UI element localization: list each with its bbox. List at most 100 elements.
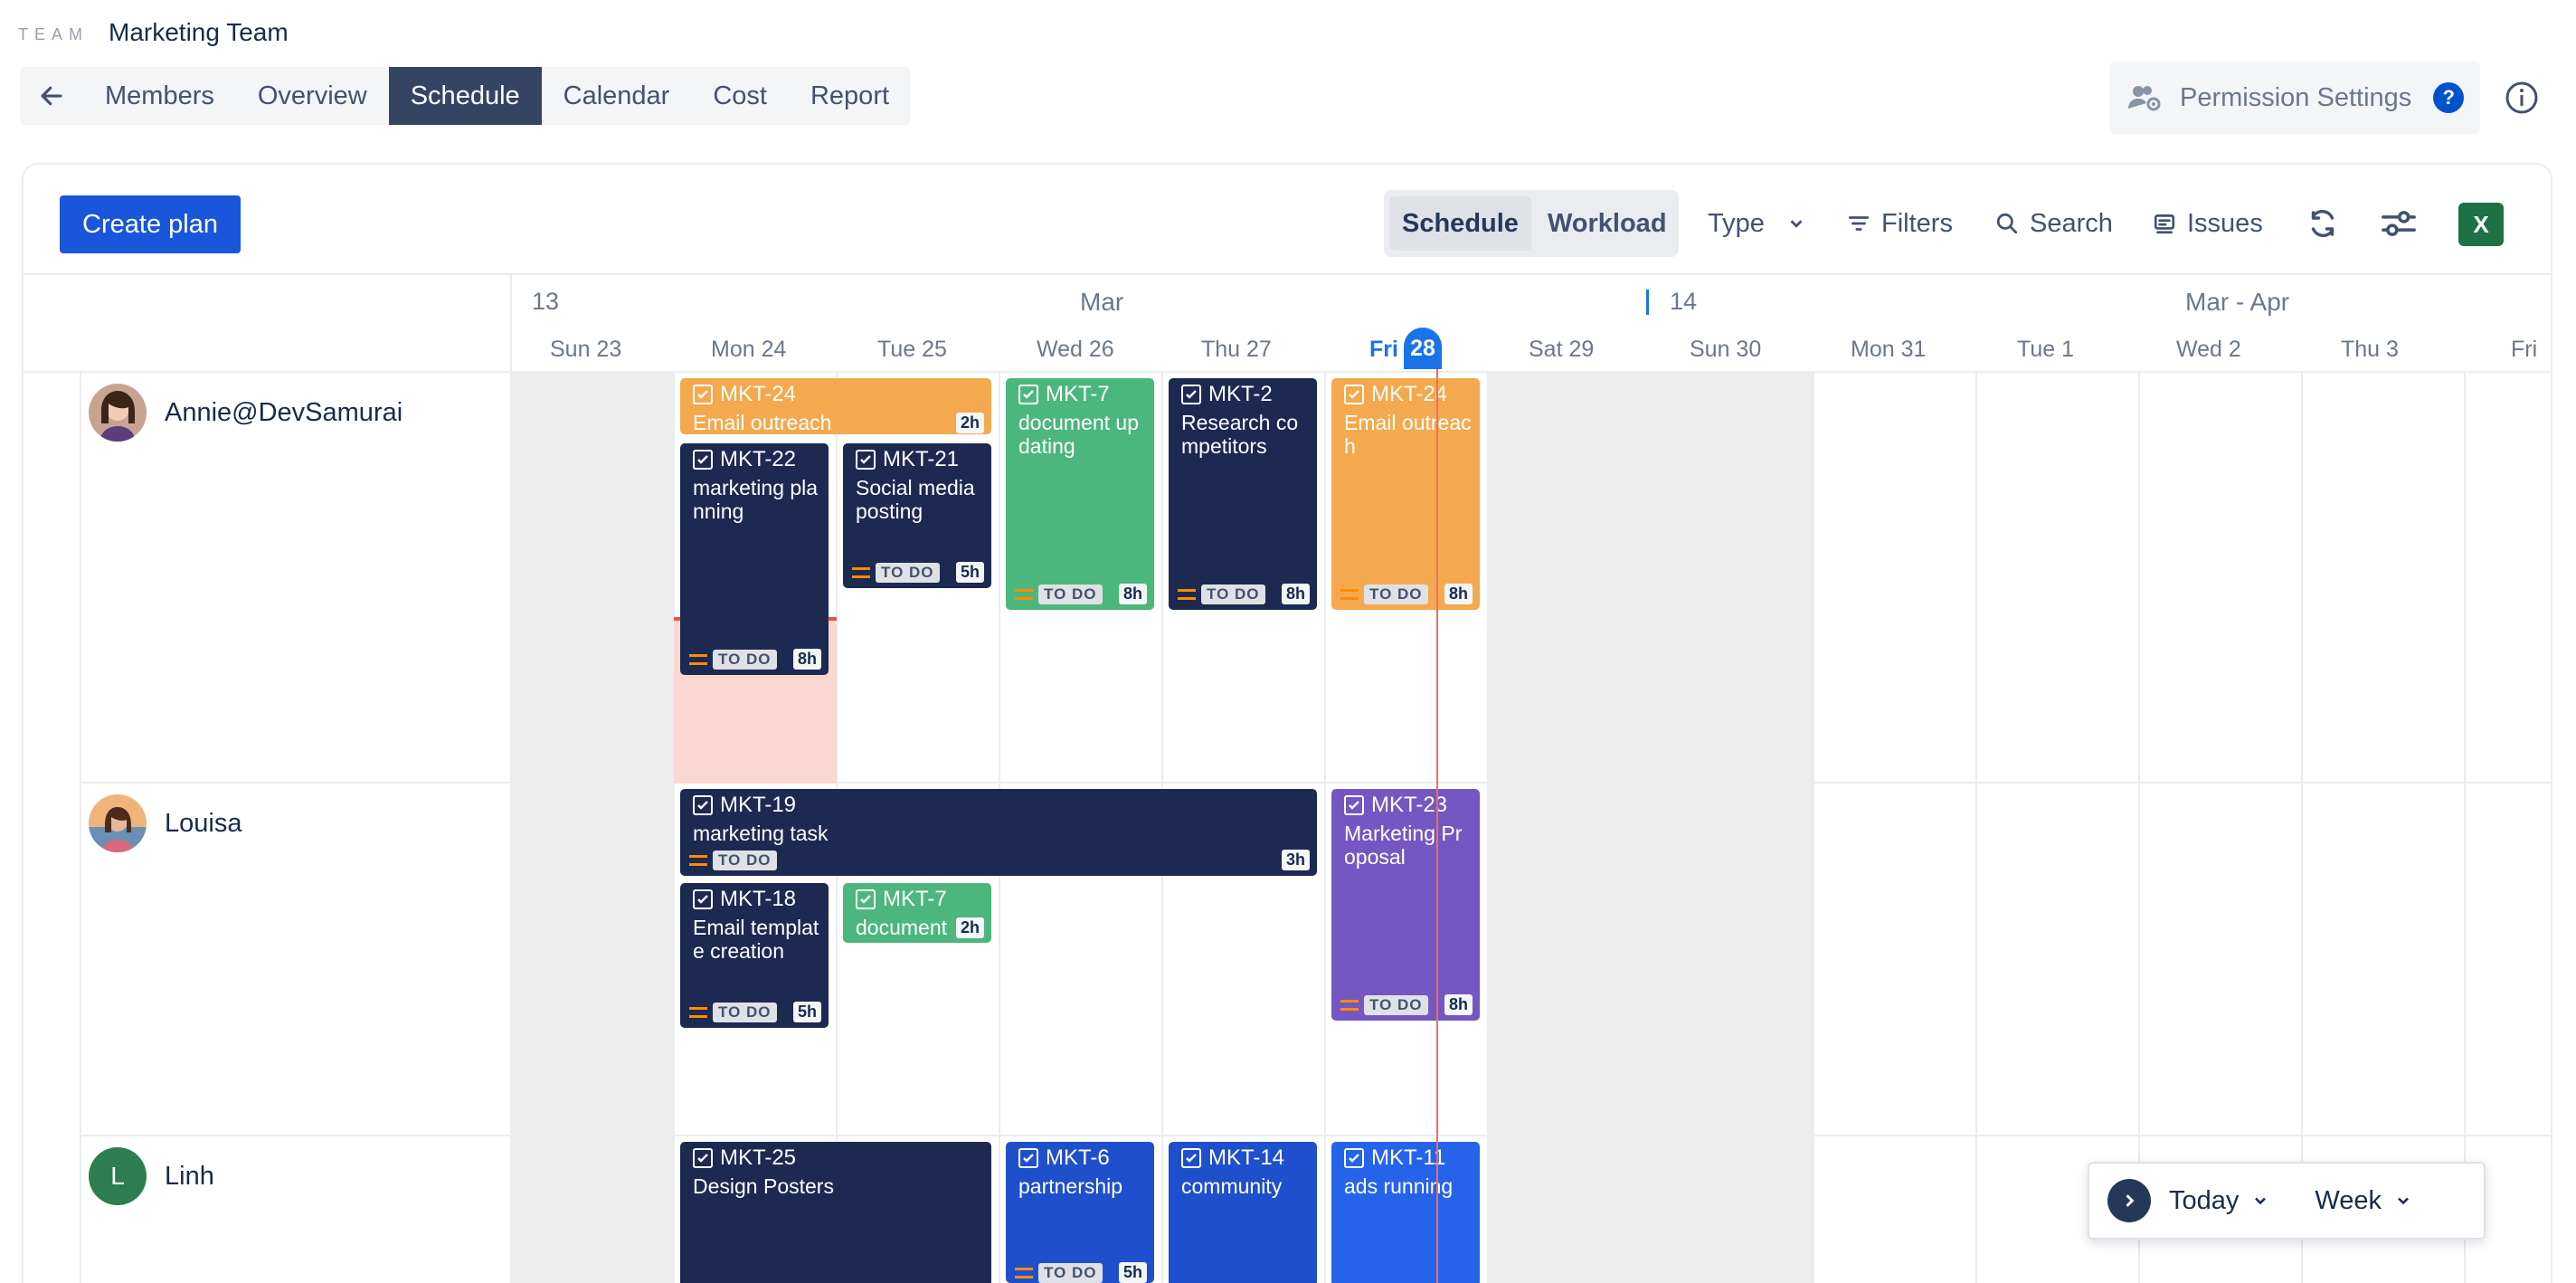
day-line xyxy=(2138,373,2140,1283)
status-badge: TO DO xyxy=(713,649,777,670)
tab-overview[interactable]: Overview xyxy=(236,67,389,125)
task-bar[interactable]: MKT-6 partnership TO DO 5h xyxy=(1006,1142,1154,1283)
priority-medium-icon xyxy=(1178,588,1196,600)
checkbox-icon xyxy=(693,1148,713,1168)
task-hours: 2h xyxy=(955,412,984,433)
issues-button[interactable]: Issues xyxy=(2153,201,2263,246)
user-name: Annie@DevSamurai xyxy=(165,397,403,427)
task-hours: 8h xyxy=(1281,584,1310,604)
priority-medium-icon xyxy=(1015,588,1033,600)
avatar: L xyxy=(89,1147,147,1205)
toolbar-divider xyxy=(24,273,2551,275)
task-key: MKT-24 xyxy=(720,382,797,406)
day-line xyxy=(2301,373,2303,1283)
task-hours: 8h xyxy=(1444,584,1473,604)
range-label: Week xyxy=(2315,1185,2382,1215)
help-icon[interactable]: ? xyxy=(2433,82,2465,113)
view-toggle: Schedule Workload xyxy=(1384,190,1679,257)
user-gutter-line xyxy=(80,371,81,1283)
row-divider-2 xyxy=(80,1135,2551,1136)
task-title: Marketing Proposal xyxy=(1344,822,1463,869)
status-badge: TO DO xyxy=(876,562,940,583)
checkbox-icon xyxy=(693,450,713,470)
task-bar[interactable]: MKT-18 Email template creation TO DO 5h xyxy=(680,883,829,1028)
task-hours: 8h xyxy=(1444,994,1473,1015)
range-dropdown[interactable]: Week xyxy=(2315,1186,2412,1216)
checkbox-icon xyxy=(1344,385,1364,404)
user-row-linh: L Linh xyxy=(89,1147,214,1205)
settings-sliders-button[interactable] xyxy=(2381,201,2417,246)
day-header: Tue 25 xyxy=(877,337,947,362)
priority-medium-icon xyxy=(1340,588,1359,600)
search-button[interactable]: Search xyxy=(1995,201,2113,246)
create-plan-button[interactable]: Create plan xyxy=(60,195,241,253)
task-bar[interactable]: MKT-21 Social media posting TO DO 5h xyxy=(843,443,991,588)
checkbox-icon xyxy=(693,889,713,909)
filter-icon xyxy=(1848,216,1870,231)
task-bar[interactable]: MKT-11 ads running xyxy=(1331,1142,1480,1283)
task-bar[interactable]: MKT-14 community xyxy=(1169,1142,1317,1283)
task-key: MKT-11 xyxy=(1371,1145,1446,1170)
task-bar[interactable]: MKT-19 marketing task TO DO 3h xyxy=(680,789,1317,876)
filters-button[interactable]: Filters xyxy=(1847,201,1953,246)
day-header: Fri xyxy=(2511,337,2538,362)
task-key: MKT-19 xyxy=(720,793,797,817)
avatar xyxy=(89,384,147,442)
task-bar[interactable]: MKT-24 Email outreach TO DO 8h xyxy=(1331,378,1480,610)
task-key: MKT-6 xyxy=(1046,1145,1110,1170)
date-navigation-control: Today Week xyxy=(2088,1162,2486,1240)
team-tabs: Members Overview Schedule Calendar Cost … xyxy=(20,67,912,125)
day-header: Thu 27 xyxy=(1201,337,1272,362)
priority-medium-icon xyxy=(1340,999,1359,1011)
view-workload-button[interactable]: Workload xyxy=(1535,196,1680,251)
checkbox-icon xyxy=(1018,385,1038,404)
task-bar[interactable]: MKT-2 Research competitors TO DO 8h xyxy=(1169,378,1317,610)
checkbox-icon xyxy=(1344,1148,1364,1168)
tab-report[interactable]: Report xyxy=(789,67,911,125)
status-badge: TO DO xyxy=(1038,584,1103,604)
tab-members[interactable]: Members xyxy=(83,67,236,125)
next-period-button[interactable] xyxy=(2107,1179,2151,1222)
task-title: document xyxy=(856,916,948,939)
task-title: Research competitors xyxy=(1181,411,1299,458)
task-hours: 2h xyxy=(955,917,984,938)
month-label: Mar - Apr xyxy=(2185,288,2290,316)
tab-calendar[interactable]: Calendar xyxy=(542,67,692,125)
today-dropdown[interactable]: Today xyxy=(2169,1186,2269,1216)
week-separator xyxy=(1646,290,1649,315)
task-bar[interactable]: MKT-24 Email outreach 2h xyxy=(680,378,991,434)
row-divider-1 xyxy=(80,782,2551,784)
day-header: Mon 24 xyxy=(711,337,787,362)
task-bar[interactable]: MKT-22 marketing planning TO DO 8h xyxy=(680,443,829,675)
task-hours: 8h xyxy=(1118,584,1147,604)
task-bar[interactable]: MKT-7 document 2h xyxy=(843,883,991,943)
info-icon[interactable] xyxy=(2504,80,2540,116)
task-bar[interactable]: MKT-25 Design Posters xyxy=(680,1142,991,1283)
status-badge: TO DO xyxy=(713,850,777,870)
view-schedule-button[interactable]: Schedule xyxy=(1389,196,1531,251)
day-line xyxy=(1975,373,1977,1283)
refresh-button[interactable] xyxy=(2306,201,2339,246)
task-title: document updating xyxy=(1018,411,1139,458)
task-bar[interactable]: MKT-7 document updating TO DO 8h xyxy=(1006,378,1154,610)
type-dropdown[interactable]: Type xyxy=(1708,201,1806,246)
day-header: Wed 2 xyxy=(2176,337,2241,362)
day-line xyxy=(1813,373,1814,1283)
permission-settings-button[interactable]: Permission Settings ? xyxy=(2109,62,2480,134)
chevron-down-icon xyxy=(2398,1197,2409,1205)
task-key: MKT-25 xyxy=(720,1145,797,1170)
current-time-line xyxy=(1436,369,1438,1283)
tab-cost[interactable]: Cost xyxy=(691,67,789,125)
users-gear-icon xyxy=(2128,86,2161,111)
back-button[interactable] xyxy=(20,67,83,125)
task-bar[interactable]: MKT-23 Marketing Proposal TO DO 8h xyxy=(1331,789,1480,1021)
excel-export-icon[interactable]: X xyxy=(2458,203,2504,246)
day-header: Sun 30 xyxy=(1690,337,1762,362)
priority-medium-icon xyxy=(852,566,870,578)
checkbox-icon xyxy=(1344,795,1364,815)
tab-schedule[interactable]: Schedule xyxy=(388,67,542,125)
task-title: Design Posters xyxy=(693,1174,834,1198)
refresh-icon xyxy=(2311,209,2334,238)
avatar xyxy=(89,794,147,852)
task-title: Social media posting xyxy=(856,476,975,523)
